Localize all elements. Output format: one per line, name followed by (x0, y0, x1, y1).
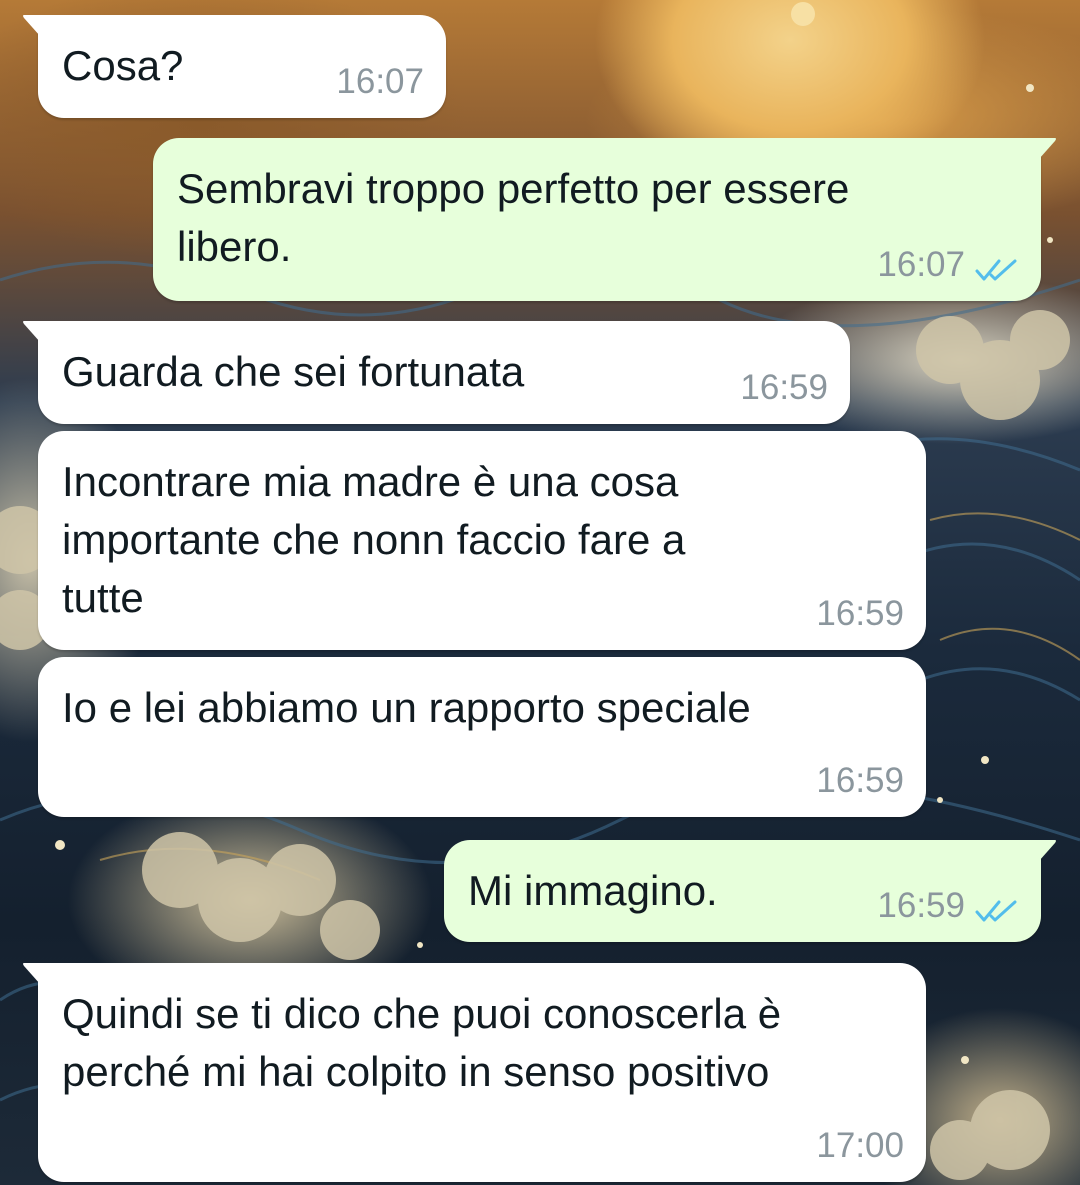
message-timestamp: 16:59 (816, 761, 904, 800)
incoming-message-bubble[interactable]: Incontrare mia madre è una cosa importan… (38, 431, 926, 650)
message-timestamp: 16:07 (336, 62, 424, 101)
outgoing-message-bubble[interactable]: Mi immagino. 16:59 (444, 840, 1056, 942)
message-timestamp: 16:59 (740, 368, 828, 407)
incoming-message-bubble[interactable]: Quindi se ti dico che puoi conoscerla è … (23, 963, 926, 1182)
message-meta: 16:59 (816, 594, 904, 634)
message-text: Cosa? (62, 42, 184, 89)
double-check-icon (975, 252, 1019, 281)
message-text: Sembravi troppo perfetto per essere libe… (177, 165, 850, 270)
bubble-tail (22, 15, 48, 45)
message-text: Io e lei abbiamo un rapporto speciale (62, 684, 751, 731)
message-timestamp: 16:07 (877, 245, 965, 284)
bubble-tail (22, 963, 48, 993)
message-text: Quindi se ti dico che puoi conoscerla è … (62, 990, 782, 1095)
message-meta: 16:59 (816, 761, 904, 801)
incoming-message-bubble[interactable]: Guarda che sei fortunata 16:59 (23, 321, 850, 424)
message-text: Mi immagino. (468, 867, 718, 914)
message-text: Guarda che sei fortunata (62, 348, 525, 395)
message-timestamp: 17:00 (816, 1126, 904, 1165)
message-meta: 16:59 (877, 886, 1019, 926)
message-meta: 17:00 (816, 1126, 904, 1166)
bubble-tail (1031, 840, 1057, 870)
message-meta: 16:07 (877, 245, 1019, 285)
incoming-message-bubble[interactable]: Io e lei abbiamo un rapporto speciale 16:… (38, 657, 926, 817)
bubble-tail (1031, 138, 1057, 168)
message-meta: 16:59 (740, 368, 828, 408)
bubble-tail (22, 321, 48, 351)
incoming-message-bubble[interactable]: Cosa? 16:07 (23, 15, 446, 118)
message-timestamp: 16:59 (816, 594, 904, 633)
message-timestamp: 16:59 (877, 886, 965, 925)
outgoing-message-bubble[interactable]: Sembravi troppo perfetto per essere libe… (153, 138, 1056, 301)
message-text: Incontrare mia madre è una cosa importan… (62, 458, 686, 621)
double-check-icon (975, 893, 1019, 922)
message-meta: 16:07 (336, 62, 424, 102)
